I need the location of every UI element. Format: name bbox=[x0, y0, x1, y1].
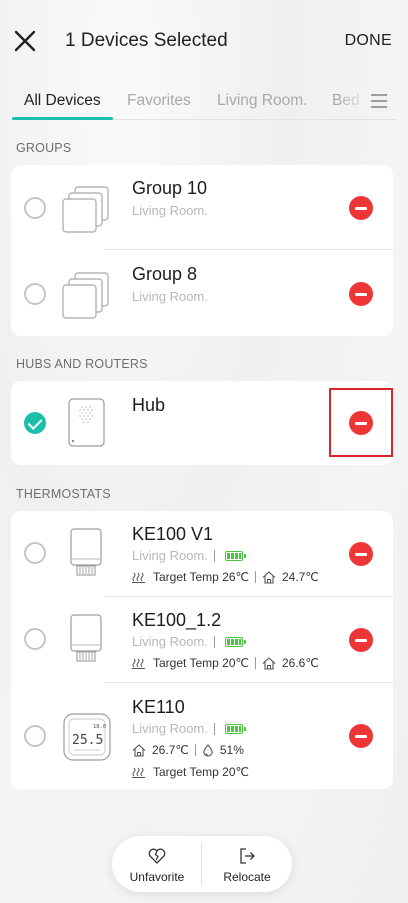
home-icon bbox=[262, 656, 276, 670]
heat-icon bbox=[132, 658, 145, 669]
display-value: 25.5 bbox=[72, 733, 103, 748]
divider bbox=[213, 722, 215, 735]
top-bar: 1 Devices Selected DONE bbox=[0, 0, 408, 80]
divider bbox=[213, 635, 215, 648]
status-row: 26.7℃ 51% bbox=[132, 743, 244, 757]
room-tabs: All Devices Favorites Living Room. Bed bbox=[0, 80, 408, 122]
section-label-hubs: HUBS AND ROUTERS bbox=[16, 357, 148, 371]
device-name: KE100_1.2 bbox=[132, 610, 222, 630]
done-button[interactable]: DONE bbox=[345, 32, 392, 50]
trv-icon bbox=[69, 613, 103, 670]
group-icon bbox=[61, 185, 111, 238]
device-room: Living Room. bbox=[132, 289, 208, 304]
list-item[interactable]: Group 10 Living Room. bbox=[11, 165, 393, 251]
device-room: Living Room. bbox=[132, 203, 208, 218]
tab-fade bbox=[338, 88, 368, 114]
hub-icon bbox=[68, 398, 106, 453]
list-item[interactable]: 18.0 25.5 KE110 Living Room. 26.7℃ 51% T… bbox=[11, 683, 393, 789]
remove-button[interactable] bbox=[349, 724, 373, 748]
divider bbox=[254, 571, 256, 583]
thermostats-card: KE100 V1 Living Room. Target Temp 26℃ 24… bbox=[11, 511, 393, 789]
divider bbox=[254, 657, 256, 669]
active-tab-indicator bbox=[12, 117, 113, 120]
relocate-icon bbox=[238, 847, 256, 865]
remove-button[interactable] bbox=[349, 628, 373, 652]
status-row: Target Temp 20℃ 26.6℃ bbox=[132, 656, 319, 670]
heat-icon bbox=[132, 767, 145, 778]
divider bbox=[194, 744, 196, 756]
select-radio-checked[interactable] bbox=[24, 412, 46, 434]
humidity-icon bbox=[203, 743, 213, 756]
device-name: Group 10 bbox=[132, 178, 208, 198]
home-icon bbox=[262, 570, 276, 584]
current-temp: 26.6℃ bbox=[281, 656, 319, 670]
unfavorite-button[interactable]: Unfavorite bbox=[112, 836, 202, 892]
status-row: Target Temp 20℃ bbox=[132, 765, 249, 779]
list-item[interactable]: KE100_1.2 Living Room. Target Temp 20℃ 2… bbox=[11, 597, 393, 683]
battery-icon bbox=[224, 550, 246, 561]
device-name: KE100 V1 bbox=[132, 524, 214, 544]
select-radio[interactable] bbox=[24, 283, 46, 305]
device-room-row: Living Room. bbox=[132, 634, 246, 649]
device-name: Group 8 bbox=[132, 264, 198, 284]
trv-icon bbox=[69, 527, 103, 584]
list-item[interactable]: Group 8 Living Room. bbox=[11, 250, 393, 336]
device-room: Living Room. bbox=[132, 548, 208, 563]
tab-favorites[interactable]: Favorites bbox=[127, 92, 191, 110]
section-label-groups: GROUPS bbox=[16, 141, 72, 155]
relocate-button[interactable]: Relocate bbox=[202, 836, 292, 892]
remove-button[interactable] bbox=[349, 282, 373, 306]
target-temp: Target Temp 26℃ bbox=[153, 570, 249, 584]
divider bbox=[213, 549, 215, 562]
humidity-value: 51% bbox=[219, 743, 244, 757]
groups-card: Group 10 Living Room. Group 8 Living Roo… bbox=[11, 165, 393, 336]
select-radio[interactable] bbox=[24, 542, 46, 564]
broken-heart-icon bbox=[148, 847, 166, 865]
menu-icon[interactable] bbox=[370, 93, 388, 109]
thermostat-display-icon: 18.0 25.5 bbox=[63, 713, 111, 766]
current-temp: 26.7℃ bbox=[152, 743, 189, 757]
target-temp: Target Temp 20℃ bbox=[153, 765, 249, 779]
section-label-thermostats: THERMOSTATS bbox=[16, 487, 111, 501]
status-row: Target Temp 26℃ 24.7℃ bbox=[132, 570, 319, 584]
remove-button[interactable] bbox=[349, 196, 373, 220]
remove-button[interactable] bbox=[349, 542, 373, 566]
device-room: Living Room. bbox=[132, 721, 208, 736]
target-temp: Target Temp 20℃ bbox=[153, 656, 249, 670]
bulk-action-bar: Unfavorite Relocate bbox=[112, 836, 292, 892]
close-icon[interactable] bbox=[12, 28, 38, 54]
battery-icon bbox=[224, 636, 246, 647]
battery-icon bbox=[224, 723, 246, 734]
select-radio[interactable] bbox=[24, 197, 46, 219]
tab-living-room[interactable]: Living Room. bbox=[217, 92, 307, 110]
device-name: Hub bbox=[132, 395, 166, 415]
unfavorite-label: Unfavorite bbox=[129, 870, 185, 884]
tab-all-devices[interactable]: All Devices bbox=[24, 92, 101, 110]
home-icon bbox=[132, 743, 146, 757]
relocate-label: Relocate bbox=[223, 870, 271, 884]
device-room: Living Room. bbox=[132, 634, 208, 649]
select-radio[interactable] bbox=[24, 725, 46, 747]
device-room-row: Living Room. bbox=[132, 721, 246, 736]
page-title: 1 Devices Selected bbox=[65, 30, 228, 51]
device-name: KE110 bbox=[132, 697, 185, 717]
device-room-row: Living Room. bbox=[132, 548, 246, 563]
heat-icon bbox=[132, 572, 145, 583]
group-icon bbox=[61, 271, 111, 324]
highlight-box bbox=[329, 388, 393, 457]
current-temp: 24.7℃ bbox=[281, 570, 319, 584]
select-radio[interactable] bbox=[24, 628, 46, 650]
display-small-value: 18.0 bbox=[93, 724, 106, 730]
list-item[interactable]: KE100 V1 Living Room. Target Temp 26℃ 24… bbox=[11, 511, 393, 597]
